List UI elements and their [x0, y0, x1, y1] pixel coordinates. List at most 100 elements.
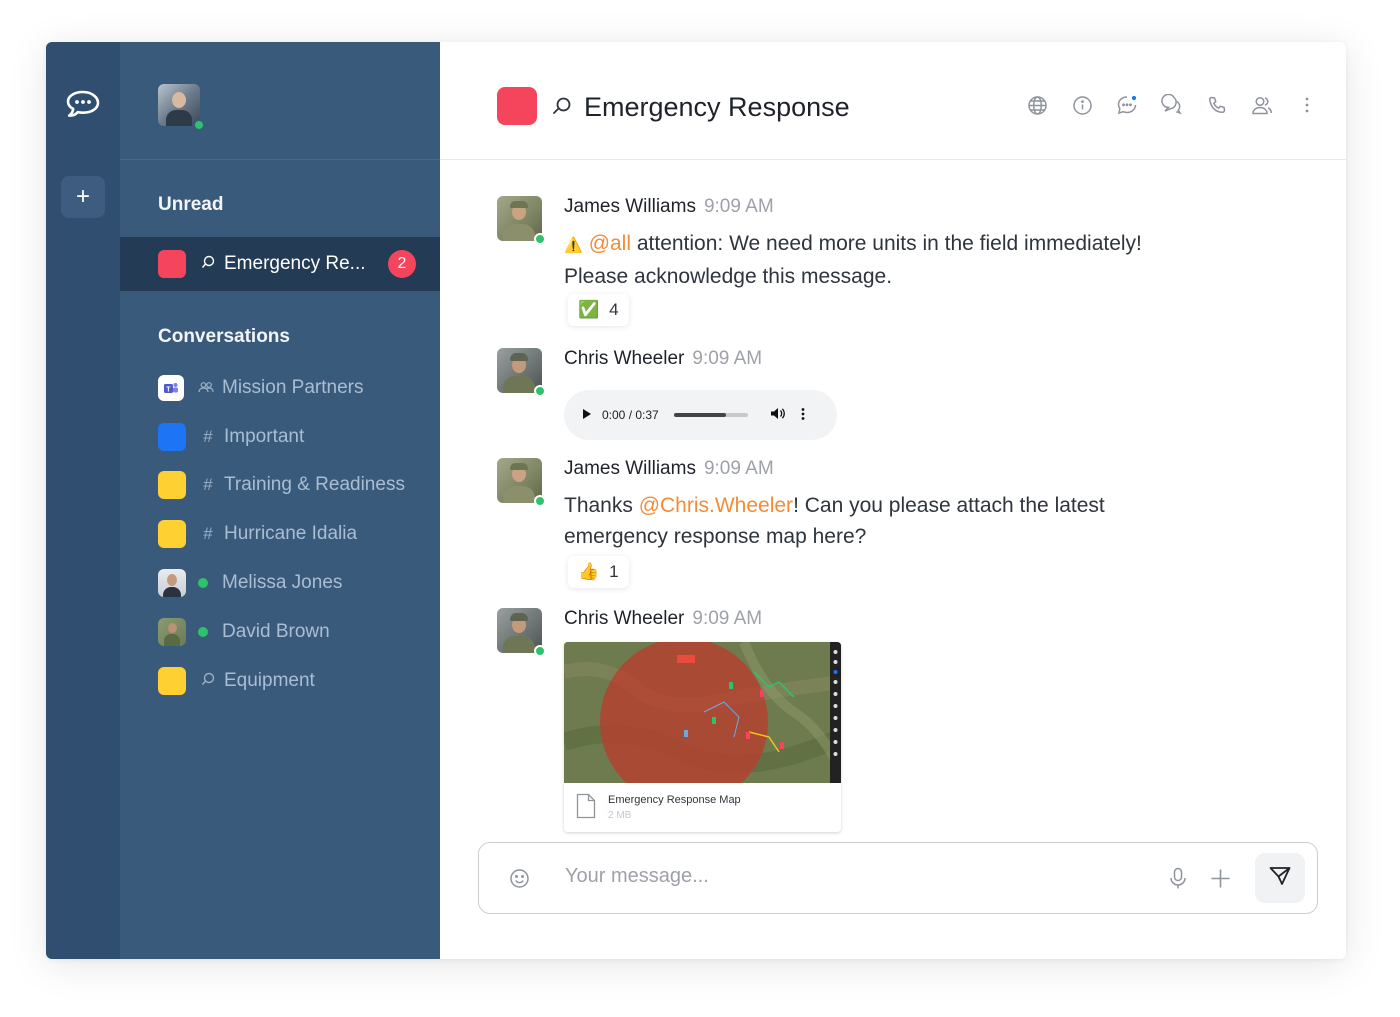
globe-icon[interactable] — [1026, 94, 1048, 116]
james-williams-avatar[interactable] — [497, 458, 546, 507]
teams-app-icon: T — [158, 375, 184, 401]
sidebar-item-label: Training & Readiness — [224, 474, 405, 495]
svg-text:T: T — [166, 386, 171, 393]
message-time: 9:09 AM — [703, 458, 774, 479]
sidebar-item-label: Hurricane Idalia — [224, 523, 358, 544]
online-status-icon — [534, 233, 546, 245]
thumbs-up-emoji-icon: 👍 — [578, 562, 600, 581]
author-name[interactable]: James Williams — [564, 458, 696, 479]
app-window: + Unread Emergency Re... 2 Conversations… — [46, 42, 1346, 959]
message-text: attention: We need more units in the fie… — [631, 232, 1142, 255]
message-header: Chris Wheeler 9:09 AM — [564, 348, 762, 370]
team-icon — [196, 378, 216, 398]
reaction-chip[interactable]: ✅ 4 — [568, 294, 629, 326]
microphone-icon[interactable] — [1169, 867, 1187, 895]
message-text: Please acknowledge this message. — [564, 265, 893, 288]
discussions-icon[interactable] — [1161, 94, 1183, 116]
add-workspace-button[interactable]: + — [61, 176, 105, 218]
info-icon[interactable] — [1071, 94, 1093, 116]
discussion-icon — [552, 96, 572, 116]
sidebar-item-mission-partners[interactable]: T Mission Partners — [120, 363, 440, 413]
sidebar-item-david-brown[interactable]: David Brown — [120, 607, 440, 657]
unread-heading: Unread — [158, 194, 224, 215]
sidebar-header — [120, 42, 440, 160]
hash-icon: # — [203, 427, 213, 446]
phone-icon[interactable] — [1206, 94, 1228, 116]
audio-progress-slider[interactable] — [673, 413, 748, 417]
sidebar-item-emergency-response[interactable]: Emergency Re... 2 — [120, 237, 440, 291]
message-header: James Williams 9:09 AM — [564, 458, 774, 480]
message-time: 9:09 AM — [703, 196, 774, 217]
message-header: James Williams 9:09 AM — [564, 196, 774, 218]
reaction-chip[interactable]: 👍 1 — [568, 556, 629, 588]
plus-icon: + — [75, 183, 90, 210]
threads-icon[interactable] — [1116, 94, 1138, 116]
room-color-icon — [158, 423, 186, 451]
message-header: Chris Wheeler 9:09 AM — [564, 608, 762, 630]
room-color-icon — [158, 667, 186, 695]
sidebar-item-label: Equipment — [224, 670, 315, 691]
rocketchat-logo-icon[interactable] — [64, 86, 102, 122]
file-size: 2 MB — [608, 810, 632, 821]
chris-wheeler-avatar[interactable] — [497, 608, 546, 657]
chris-wheeler-avatar[interactable] — [497, 348, 546, 397]
audio-time: 0:00 / 0:37 — [602, 408, 659, 422]
message-input[interactable]: Your message... — [565, 865, 709, 888]
sidebar-item-important[interactable]: # Important — [120, 412, 440, 462]
sidebar: Unread Emergency Re... 2 Conversations T… — [120, 42, 440, 959]
user-avatar[interactable] — [158, 84, 205, 131]
sidebar-item-equipment[interactable]: Equipment — [120, 656, 440, 706]
online-status-icon — [534, 645, 546, 657]
plus-icon[interactable] — [1210, 868, 1231, 894]
warning-icon: ⚠️ — [564, 237, 583, 254]
unread-badge: 2 — [388, 250, 416, 278]
sidebar-item-label: Important — [224, 426, 305, 447]
sidebar-item-melissa-jones[interactable]: Melissa Jones — [120, 558, 440, 608]
message-time: 9:09 AM — [692, 348, 763, 369]
emoji-icon[interactable] — [509, 868, 530, 894]
play-icon[interactable] — [582, 408, 592, 423]
file-icon — [576, 793, 596, 824]
room-header: Emergency Response — [440, 42, 1346, 160]
online-status-icon — [193, 119, 205, 131]
room-color-icon — [158, 520, 186, 548]
room-color-icon — [158, 471, 186, 499]
main-panel: Emergency Response James Williams 9:09 A… — [440, 42, 1346, 959]
james-williams-avatar[interactable] — [497, 196, 546, 245]
author-name[interactable]: Chris Wheeler — [564, 608, 684, 629]
message-time: 9:09 AM — [692, 608, 763, 629]
check-mark-emoji-icon: ✅ — [578, 300, 600, 319]
file-info: Emergency Response Map 2 MB — [564, 783, 841, 832]
map-attachment[interactable]: Emergency Response Map 2 MB — [564, 642, 841, 832]
sidebar-item-training-readiness[interactable]: # Training & Readiness — [120, 460, 440, 510]
message-text: emergency response map here? — [564, 525, 867, 548]
author-name[interactable]: James Williams — [564, 196, 696, 217]
message-body: ⚠️ @all attention: We need more units in … — [564, 228, 1142, 292]
david-brown-avatar — [158, 618, 186, 646]
sidebar-item-label: David Brown — [222, 621, 330, 642]
audio-more-icon[interactable] — [801, 407, 805, 424]
hash-icon: # — [203, 475, 213, 494]
mention-user[interactable]: @Chris.Wheeler — [639, 494, 793, 517]
mention-all[interactable]: @all — [589, 232, 631, 255]
conversations-heading: Conversations — [158, 326, 290, 347]
message-composer: Your message... — [478, 842, 1318, 914]
send-icon — [1269, 866, 1291, 891]
sidebar-item-hurricane-idalia[interactable]: # Hurricane Idalia — [120, 509, 440, 559]
map-image[interactable] — [564, 642, 841, 783]
melissa-jones-avatar — [158, 569, 186, 597]
kebab-menu-icon[interactable] — [1296, 94, 1318, 116]
send-button[interactable] — [1255, 853, 1305, 903]
members-icon[interactable] — [1251, 94, 1273, 116]
discussion-icon — [198, 254, 218, 274]
online-status-icon — [198, 578, 208, 588]
workspace-rail: + — [46, 42, 120, 959]
message-text: ! Can you please attach the latest — [793, 494, 1105, 517]
volume-icon[interactable] — [770, 407, 785, 423]
audio-player: 0:00 / 0:37 — [564, 390, 837, 440]
author-name[interactable]: Chris Wheeler — [564, 348, 684, 369]
online-status-icon — [534, 385, 546, 397]
reaction-count: 4 — [609, 300, 619, 319]
sidebar-item-label: Mission Partners — [222, 377, 364, 398]
message-body: Thanks @Chris.Wheeler! Can you please at… — [564, 490, 1105, 552]
